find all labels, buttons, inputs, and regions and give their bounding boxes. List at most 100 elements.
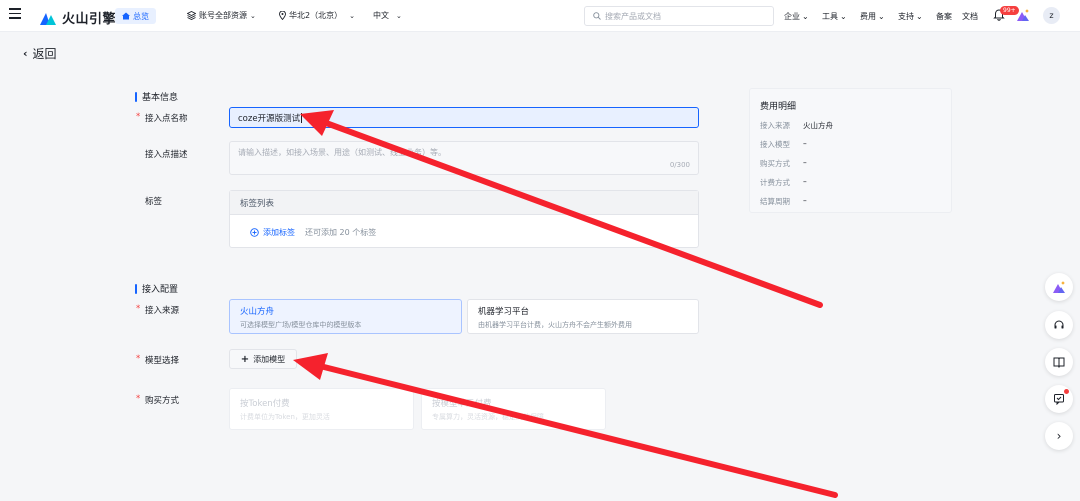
nav-docs[interactable]: 文档 bbox=[962, 11, 978, 22]
book-icon bbox=[1053, 357, 1065, 368]
tags-list-title: 标签列表 bbox=[240, 198, 275, 209]
fee-row-key: 接入来源 bbox=[760, 121, 790, 130]
fee-row-value: – bbox=[803, 177, 807, 186]
tags-label-text: 标签 bbox=[145, 197, 163, 207]
nav-tools[interactable]: 工具 ⌄ bbox=[822, 11, 847, 22]
fee-row: 结算周期 – bbox=[760, 196, 941, 207]
fee-row: 接入模型 – bbox=[760, 139, 941, 150]
back-link[interactable]: ‹ 返回 bbox=[23, 45, 57, 62]
fee-details-title: 费用明细 bbox=[760, 102, 797, 112]
search-input[interactable]: 搜索产品或文档 bbox=[584, 6, 774, 26]
source-label: * 接入来源 bbox=[136, 304, 179, 316]
section-access-config: 接入配置 bbox=[135, 282, 178, 295]
source-label-text: 接入来源 bbox=[145, 306, 180, 316]
overview-button[interactable]: 总览 bbox=[115, 8, 156, 24]
endpoint-desc-textarea[interactable]: 请输入描述，如接入场景、用途（如测试、线上业务）等。 0/300 bbox=[229, 141, 699, 175]
add-tag-button[interactable]: 添加标签 还可添加 20 个标签 bbox=[250, 227, 376, 238]
nav-billing-label: 费用 bbox=[860, 12, 876, 21]
docs-fab[interactable] bbox=[1045, 348, 1073, 376]
source-option-ark-desc: 可选择模型广场/模型仓库中的模型版本 bbox=[240, 321, 362, 329]
chevron-down-icon: ⌄ bbox=[840, 12, 847, 21]
tags-panel: 标签列表 添加标签 还可添加 20 个标签 bbox=[229, 190, 699, 248]
endpoint-name-input[interactable]: coze开源版测试 bbox=[229, 107, 699, 128]
required-mark: * bbox=[136, 354, 141, 364]
feedback-dot bbox=[1064, 389, 1069, 394]
desc-label: 接入点描述 bbox=[136, 148, 188, 160]
customer-service-fab[interactable] bbox=[1045, 311, 1073, 339]
text-cursor bbox=[301, 112, 303, 123]
purchase-label: * 购买方式 bbox=[136, 394, 179, 406]
region-label: 华北2（北京） bbox=[289, 11, 343, 20]
language-label: 中文 bbox=[373, 11, 389, 20]
nav-billing[interactable]: 费用 ⌄ bbox=[860, 11, 885, 22]
tag-limit-hint: 还可添加 20 个标签 bbox=[305, 228, 377, 237]
fee-details-card: 费用明细 接入来源 火山方舟 接入模型 – 购买方式 – 计费方式 – 结算周期 – bbox=[749, 88, 952, 213]
required-mark: * bbox=[136, 394, 141, 404]
add-model-label: 添加模型 bbox=[253, 354, 286, 364]
volcano-logo-icon bbox=[40, 12, 56, 25]
purchase-option-token-title: 按Token付费 bbox=[240, 399, 290, 409]
account-scope-label: 账号全部资源 bbox=[199, 11, 247, 20]
brand-name: 火山引擎 bbox=[62, 12, 117, 27]
language-select[interactable]: 中文 ⌄ bbox=[373, 10, 402, 21]
purchase-option-token: 按Token付费 计费单位为Token，更加灵活 bbox=[229, 388, 414, 430]
purchase-option-token-desc: 计费单位为Token，更加灵活 bbox=[240, 413, 330, 421]
section-basic-info: 基本信息 bbox=[135, 90, 178, 103]
purchase-label-text: 购买方式 bbox=[145, 396, 180, 406]
desc-label-text: 接入点描述 bbox=[145, 150, 188, 160]
avatar[interactable]: z bbox=[1043, 7, 1060, 24]
feedback-fab[interactable] bbox=[1045, 385, 1073, 413]
fee-row-value: – bbox=[803, 196, 807, 205]
chevron-down-icon: ⌄ bbox=[802, 12, 809, 21]
tags-list-header: 标签列表 bbox=[230, 191, 698, 215]
chevron-down-icon: ⌄ bbox=[396, 11, 402, 20]
chevron-left-icon: ‹ bbox=[23, 47, 28, 60]
ai-assistant-icon bbox=[1053, 281, 1065, 293]
name-label-text: 接入点名称 bbox=[145, 114, 188, 124]
nav-support[interactable]: 支持 ⌄ bbox=[898, 11, 923, 22]
fee-row-key: 结算周期 bbox=[760, 197, 790, 206]
search-icon bbox=[593, 12, 601, 20]
chevron-right-icon: › bbox=[1056, 429, 1062, 443]
model-label-text: 模型选择 bbox=[145, 356, 180, 366]
back-label: 返回 bbox=[32, 47, 57, 61]
top-bar: 火山引擎 总览 账号全部资源 ⌄ 华北2（北京） ⌄ 中文 ⌄ 搜索产品或文档 … bbox=[0, 0, 1080, 32]
fee-row: 计费方式 – bbox=[760, 177, 941, 188]
nav-filing-label: 备案 bbox=[936, 12, 952, 21]
add-model-button[interactable]: + 添加模型 bbox=[229, 349, 297, 369]
fee-row: 接入来源 火山方舟 bbox=[760, 120, 941, 131]
feedback-icon bbox=[1054, 394, 1064, 405]
nav-filing[interactable]: 备案 bbox=[936, 11, 952, 22]
ai-assistant-fab[interactable] bbox=[1045, 273, 1073, 301]
chevron-down-icon: ⌄ bbox=[916, 12, 923, 21]
section-access-config-title: 接入配置 bbox=[142, 285, 179, 295]
source-option-ml-title: 机器学习平台 bbox=[478, 307, 530, 317]
required-mark: * bbox=[136, 112, 141, 122]
purchase-option-unit: 按模型单元付费 专属算力，灵活资源，稳定高效保障 bbox=[421, 388, 606, 430]
brand-logo[interactable]: 火山引擎 bbox=[40, 8, 116, 27]
model-label: * 模型选择 bbox=[136, 354, 179, 366]
section-basic-info-title: 基本信息 bbox=[142, 93, 179, 103]
source-option-ml-desc: 由机器学习平台计费，火山方舟不会产生额外费用 bbox=[478, 321, 632, 329]
source-option-ark[interactable]: 火山方舟 可选择模型广场/模型仓库中的模型版本 bbox=[229, 299, 462, 334]
nav-enterprise[interactable]: 企业 ⌄ bbox=[784, 11, 809, 22]
layers-icon bbox=[187, 11, 196, 20]
ai-assistant-icon[interactable] bbox=[1016, 8, 1030, 22]
nav-tools-label: 工具 bbox=[822, 12, 838, 21]
desc-placeholder: 请输入描述，如接入场景、用途（如测试、线上业务）等。 bbox=[238, 148, 446, 157]
expand-fab[interactable]: › bbox=[1045, 422, 1073, 450]
plus-icon: + bbox=[240, 353, 250, 365]
endpoint-name-value: coze开源版测试 bbox=[238, 113, 301, 124]
source-option-ml-platform[interactable]: 机器学习平台 由机器学习平台计费，火山方舟不会产生额外费用 bbox=[467, 299, 699, 334]
fee-row-value: 火山方舟 bbox=[803, 121, 833, 130]
chevron-down-icon: ⌄ bbox=[349, 11, 355, 20]
required-mark: * bbox=[136, 304, 141, 314]
fee-row-key: 计费方式 bbox=[760, 178, 790, 187]
menu-icon[interactable] bbox=[9, 8, 21, 20]
account-scope-select[interactable]: 账号全部资源 ⌄ bbox=[187, 10, 256, 21]
chevron-down-icon: ⌄ bbox=[250, 11, 256, 20]
fee-row-value: – bbox=[803, 139, 807, 148]
fee-row-value: – bbox=[803, 158, 807, 167]
region-select[interactable]: 华北2（北京） ⌄ bbox=[279, 10, 355, 21]
desc-char-count: 0/300 bbox=[669, 161, 690, 169]
